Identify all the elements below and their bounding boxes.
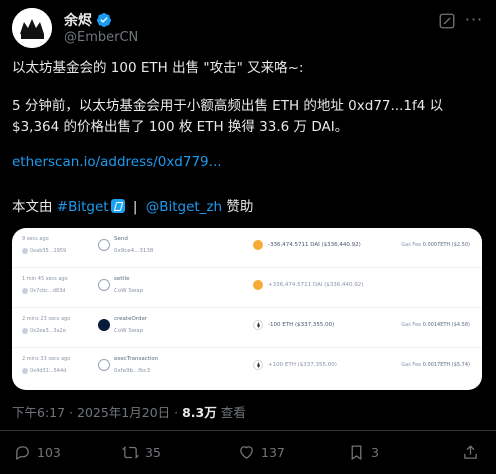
gas-value: 0.0017ETH ($5.74): [422, 362, 470, 368]
eth-icon: [253, 320, 263, 330]
tx-from: 0x7cbc...d83d: [22, 288, 65, 294]
bookmark-button[interactable]: 3: [348, 444, 379, 461]
cow-swap-icon: [98, 319, 110, 331]
sponsor-prefix: 本文由: [12, 199, 53, 215]
gas-label: Gas Fee: [401, 322, 422, 328]
table-row: 2 mins 33 secs ago 0x4d31...544d execTra…: [12, 348, 482, 388]
method-icon: [98, 239, 110, 251]
tx-amount: -336,474.5711 DAI ($336,440.92): [268, 242, 361, 248]
retweet-count: 35: [145, 445, 161, 460]
bookmark-count: 3: [371, 445, 379, 460]
retweet-button[interactable]: 35: [122, 444, 161, 461]
author-name[interactable]: 余烬: [64, 10, 92, 30]
tx-from: 0xab35...1959: [22, 248, 66, 254]
tx-gas: Gas Fee 0.0007ETH ($2.50): [401, 242, 470, 248]
like-icon: [240, 446, 253, 459]
tweet-text-line2: 5 分钟前，以太坊基金会用于小额高频出售 ETH 的地址 0xd77...1f4…: [12, 98, 444, 135]
reply-button[interactable]: 103: [14, 444, 61, 461]
tx-amount: +100 ETH ($337,355.00): [268, 362, 337, 368]
tx-from: 0x4d31...544d: [22, 368, 66, 374]
eth-icon: [253, 360, 263, 370]
address-icon: [22, 368, 28, 374]
tx-sub: 0x9ce4...3138: [114, 248, 154, 254]
tx-sub: 0xfe9b...fbc3: [114, 368, 151, 374]
gas-label: Gas Fee: [401, 242, 422, 248]
like-button[interactable]: 137: [238, 444, 285, 461]
tx-from: 0x2ea3...3a2e: [22, 328, 66, 334]
tx-sub: CoW Swap: [114, 328, 144, 334]
name-row: 余烬: [64, 10, 112, 30]
view-count: 8.3万: [182, 405, 217, 420]
dai-icon: [253, 240, 263, 250]
tx-from-address: 0x4d31...544d: [30, 368, 67, 374]
gas-value: 0.0007ETH ($2.50): [422, 242, 470, 248]
tx-amount: -100 ETH ($337,355.00): [268, 322, 335, 328]
tweet-text-line1: 以太坊基金会的 100 ETH 出售 "攻击" 又来咯~:: [12, 60, 304, 76]
author-handle[interactable]: @EmberCN: [64, 30, 138, 45]
tx-sub: CoW Swap: [114, 288, 144, 294]
sponsor-suffix: 赞助: [226, 199, 254, 215]
address-icon: [22, 328, 28, 334]
sponsor-separator: |: [132, 199, 138, 215]
tx-time: 1 min 45 secs ago: [22, 276, 68, 282]
bitget-mention[interactable]: @Bitget_zh: [146, 199, 222, 215]
verified-icon: [96, 13, 111, 27]
tx-gas: Gas Fee 0.0017ETH ($5.74): [401, 362, 470, 368]
tx-from-address: 0xab35...1959: [30, 248, 67, 254]
retweet-icon: [122, 446, 139, 459]
table-row: 9 secs ago 0xab35...1959 Send 0x9ce4...3…: [12, 228, 482, 268]
avatar-image: [12, 8, 52, 48]
tx-time: 2 mins 33 secs ago: [22, 356, 71, 362]
tx-time: 2 mins 23 secs ago: [22, 316, 71, 322]
tweet-header: 余烬 @EmberCN ···: [12, 8, 484, 48]
tx-gas: Gas Fee 0.0014ETH ($4.58): [401, 322, 470, 328]
bitget-hashtag[interactable]: #Bitget: [57, 199, 109, 215]
address-icon: [22, 288, 28, 294]
tx-method: execTransaction: [114, 356, 159, 362]
bitget-icon: [110, 199, 125, 213]
tx-amount: +336,474.5711 DAI ($336,440.92): [268, 282, 364, 288]
action-bar: 103 35 137 3: [14, 444, 484, 464]
divider: [0, 430, 496, 431]
etherscan-link[interactable]: etherscan.io/address/0xd779...: [12, 152, 484, 173]
tx-method: Send: [114, 236, 128, 242]
tweet-meta: 下午6:17 · 2025年1月20日 · 8.3万 查看: [12, 402, 246, 421]
avatar[interactable]: [12, 8, 52, 48]
address-icon: [22, 248, 28, 254]
gas-label: Gas Fee: [401, 362, 422, 368]
share-icon: [464, 445, 477, 459]
tx-from-address: 0x2ea3...3a2e: [30, 328, 66, 334]
transaction-card-image[interactable]: 9 secs ago 0xab35...1959 Send 0x9ce4...3…: [12, 228, 482, 390]
method-icon: [98, 359, 110, 371]
reply-count: 103: [37, 445, 61, 460]
gas-value: 0.0014ETH ($4.58): [422, 322, 470, 328]
more-icon[interactable]: ···: [464, 10, 484, 30]
method-icon: [98, 279, 110, 291]
tweet-timestamp[interactable]: 下午6:17 · 2025年1月20日 ·: [12, 405, 182, 420]
views-label: 查看: [216, 405, 246, 420]
dai-icon: [253, 280, 263, 290]
like-count: 137: [261, 445, 285, 460]
sponsor-line: 本文由 #Bitget | @Bitget_zh 赞助: [12, 197, 484, 218]
table-row: 2 mins 23 secs ago 0x2ea3...3a2e createO…: [12, 308, 482, 348]
reply-icon: [16, 446, 29, 461]
tx-time: 9 secs ago: [22, 236, 49, 242]
grok-icon[interactable]: [438, 12, 456, 30]
bookmark-icon: [351, 445, 362, 461]
table-row: 1 min 45 secs ago 0x7cbc...d83d settle C…: [12, 268, 482, 308]
tx-method: settle: [114, 276, 130, 282]
tx-from-address: 0x7cbc...d83d: [30, 288, 66, 294]
tx-method: createOrder: [114, 316, 148, 322]
share-button[interactable]: [462, 444, 479, 461]
